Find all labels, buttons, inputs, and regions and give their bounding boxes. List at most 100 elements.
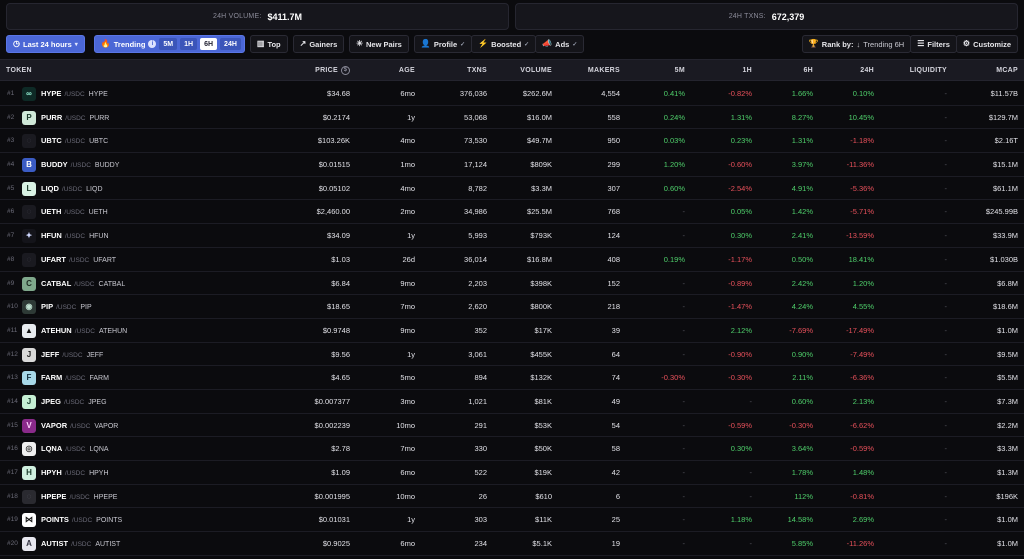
gainers-label: Gainers — [309, 39, 338, 49]
cell-h6: 0.60% — [791, 396, 813, 406]
cell-h6: 14.58% — [787, 515, 813, 525]
profile-label: Profile — [433, 39, 458, 49]
table-row[interactable]: #5 L LIQD/USDC LIQD $0.05102 4mo 8,782 $3.3M 307… — [0, 177, 1024, 201]
token-cell[interactable]: PIP/USDC PIP — [41, 295, 92, 319]
table-row[interactable]: #12 J JEFF/USDC JEFF $9.56 1y 3,061 $455K 64- -0.… — [0, 343, 1024, 367]
token-cell[interactable]: PURR/USDC PURR — [41, 106, 109, 130]
table-row[interactable]: #1 ∞ HYPE/USDC HYPE $34.68 6mo 376,036 $262.6M 4… — [0, 82, 1024, 106]
token-cell[interactable]: LIQD/USDC LIQD — [41, 177, 103, 201]
col-5m[interactable]: 5M — [675, 60, 685, 82]
table-row[interactable]: #6 ◌ UETH/USDC UETH $2,460.00 2mo 34,986 $25.5M… — [0, 200, 1024, 225]
cell-m5: 0.24% — [663, 112, 685, 122]
token-cell[interactable]: JEFF/USDC JEFF — [41, 343, 103, 367]
top-button[interactable]: ▥ Top — [249, 35, 288, 53]
token-cell[interactable]: FARM/USDC FARM — [41, 366, 109, 390]
info-icon[interactable]: i — [148, 40, 157, 48]
table-row[interactable]: #16 ◎ LQNA/USDC LQNA $2.78 7mo 330 $50K 58 - 0.30%… — [0, 437, 1024, 461]
cell-makers: 6 — [615, 491, 620, 501]
table-row[interactable]: #8 ◌ UFART/USDC UFART $1.03 26d 36,014 $16.8M 40… — [0, 248, 1024, 272]
token-cell[interactable]: CATBAL/USDC CATBAL — [41, 272, 125, 296]
token-name: UETH — [88, 209, 108, 217]
cell-mcap: $2.2M — [997, 420, 1018, 430]
token-cell[interactable]: HYPE/USDC HYPE — [41, 82, 108, 106]
token-cell[interactable]: ATEHUN/USDC ATEHUN — [41, 319, 127, 343]
token-cell[interactable]: VAPOR/USDC VAPOR — [41, 414, 118, 438]
col-age[interactable]: AGE — [399, 60, 415, 82]
token-cell[interactable]: BUDDY/USDC BUDDY — [41, 153, 119, 177]
rank-by-dropdown[interactable]: 🏆 Rank by: ↓ Trending 6H — [801, 35, 912, 53]
timeframe-5m[interactable]: 5M — [159, 38, 178, 50]
cell-h24: -7.49% — [850, 349, 874, 359]
token-cell[interactable]: UETH/USDC UETH — [41, 200, 108, 224]
table-row[interactable]: #9 C CATBAL/USDC CATBAL $6.84 9mo 2,203 $398K 15… — [0, 272, 1024, 296]
customize-button[interactable]: ⚙ Customize — [955, 35, 1018, 53]
gainers-button[interactable]: ↗ Gainers — [292, 35, 345, 53]
cell-m5: - — [682, 444, 686, 454]
col-mcap[interactable]: MCAP — [996, 60, 1018, 82]
time-filter-dropdown[interactable]: ◷ Last 24 hours ▾ — [6, 35, 85, 53]
token-cell[interactable]: AUTIST/USDC AUTIST — [41, 532, 120, 556]
stats-bar: 24H VOLUME: $411.7M 24H TXNS: 672,379 — [6, 3, 1018, 30]
cell-makers: 152 — [607, 278, 620, 288]
table-row[interactable]: #3 ◌ UBTC/USDC UBTC $103.26K 4mo 73,530 $49.7M 9… — [0, 129, 1024, 154]
token-quote: /USDC — [69, 493, 90, 501]
cell-makers: 19 — [611, 539, 620, 549]
filters-button[interactable]: ☰ Filters — [910, 35, 957, 53]
timeframe-24h[interactable]: 24H — [220, 38, 241, 50]
cell-h6: 1.66% — [791, 89, 813, 98]
table-row[interactable]: #17 H HPYH/USDC HPYH $1.09 6mo 522 $19K 42 - - 1.78… — [0, 461, 1024, 485]
col-price-label: PRICE — [315, 67, 338, 74]
col-volume[interactable]: VOLUME — [520, 60, 552, 82]
cell-h1: -1.17% — [728, 254, 752, 264]
table-header: TOKEN PRICE $ AGE TXNS VOLUME MAKERS 5M 1… — [0, 59, 1024, 81]
token-cell[interactable]: HPYH/USDC HPYH — [41, 461, 109, 485]
col-24h[interactable]: 24H — [860, 60, 874, 82]
token-cell[interactable]: POINTS/USDC POINTS — [41, 508, 122, 532]
table-row[interactable]: #4 B BUDDY/USDC BUDDY $0.01515 1mo 17,124 $809K… — [0, 153, 1024, 177]
token-symbol: CATBAL — [41, 278, 72, 288]
token-cell[interactable]: HFUN/USDC HFUN — [41, 224, 109, 248]
token-cell[interactable]: UBTC/USDC UBTC — [41, 129, 108, 153]
table-row[interactable]: #7 ✦ HFUN/USDC HFUN $34.09 1y 5,993 $793K 124 - 0.… — [0, 224, 1024, 248]
table-row[interactable]: #2 P PURR/USDC PURR $0.2174 1y 53,068 $16.0M 558… — [0, 106, 1024, 130]
table-row[interactable]: #20 A AUTIST/USDC AUTIST $0.9025 6mo 234 $5.1K 1… — [0, 532, 1024, 556]
table-row[interactable]: #11 ▲ ATEHUN/USDC ATEHUN $0.9748 9mo 352 $17K 39… — [0, 319, 1024, 343]
cell-mcap: $1.0M — [997, 515, 1018, 525]
ads-dropdown[interactable]: 📣 Ads ✓ — [535, 35, 585, 53]
table-row[interactable]: #13 F FARM/USDC FARM $4.65 5mo 894 $132K 74 -0.30… — [0, 366, 1024, 390]
table-row[interactable]: #15 V VAPOR/USDC VAPOR $0.002239 10mo 291 $53K 5… — [0, 414, 1024, 438]
col-1h[interactable]: 1H — [742, 60, 752, 82]
timeframe-6h[interactable]: 6H — [200, 38, 218, 50]
cell-h6: 2.41% — [791, 231, 813, 241]
cell-txns: 1,021 — [468, 396, 487, 406]
currency-icon[interactable]: $ — [341, 65, 350, 75]
col-liquidity[interactable]: LIQUIDITY — [910, 60, 947, 82]
cell-h24: 0.10% — [852, 89, 874, 98]
new-pairs-button[interactable]: ✳ New Pairs — [349, 35, 409, 53]
table-row[interactable]: #10 ◉ PIP/USDC PIP $18.65 7mo 2,620 $800K 218 - -1… — [0, 295, 1024, 319]
cell-makers: 408 — [607, 254, 620, 264]
token-cell[interactable]: LQNA/USDC LQNA — [41, 437, 109, 461]
token-cell[interactable]: JPEG/USDC JPEG — [41, 390, 107, 414]
timeframe-1h[interactable]: 1H — [180, 38, 198, 50]
trending-group[interactable]: 🔥 Trending i 5M 1H 6H 24H — [93, 35, 245, 53]
col-txns[interactable]: TXNS — [467, 60, 487, 82]
col-token[interactable]: TOKEN — [6, 60, 32, 82]
table-row[interactable]: #18 ◌ HPEPE/USDC HPEPE $0.001995 10mo 26 $610 6 -… — [0, 485, 1024, 509]
col-price[interactable]: PRICE $ — [315, 60, 350, 82]
cell-price: $2,460.00 — [316, 207, 350, 217]
cell-mcap: $6.8M — [997, 278, 1018, 288]
token-symbol: PIP — [41, 302, 54, 312]
cell-h24: -17.49% — [846, 325, 874, 335]
col-makers[interactable]: MAKERS — [588, 60, 620, 82]
boosted-dropdown[interactable]: ⚡ Boosted ✓ — [471, 35, 537, 53]
cell-m5: - — [682, 468, 686, 477]
profile-dropdown[interactable]: 👤 Profile ✓ — [413, 35, 473, 53]
cell-h1: 0.30% — [730, 444, 752, 454]
col-6h[interactable]: 6H — [803, 60, 813, 82]
token-cell[interactable]: UFART/USDC UFART — [41, 248, 116, 272]
table-row[interactable]: #14 J JPEG/USDC JPEG $0.007377 3mo 1,021 $81K 49… — [0, 390, 1024, 414]
cell-h24: 2.13% — [852, 396, 874, 406]
table-row[interactable]: #19 ⋈ POINTS/USDC POINTS $0.01031 1y 303 $11K 25… — [0, 508, 1024, 533]
token-cell[interactable]: HPEPE/USDC HPEPE — [41, 485, 117, 509]
